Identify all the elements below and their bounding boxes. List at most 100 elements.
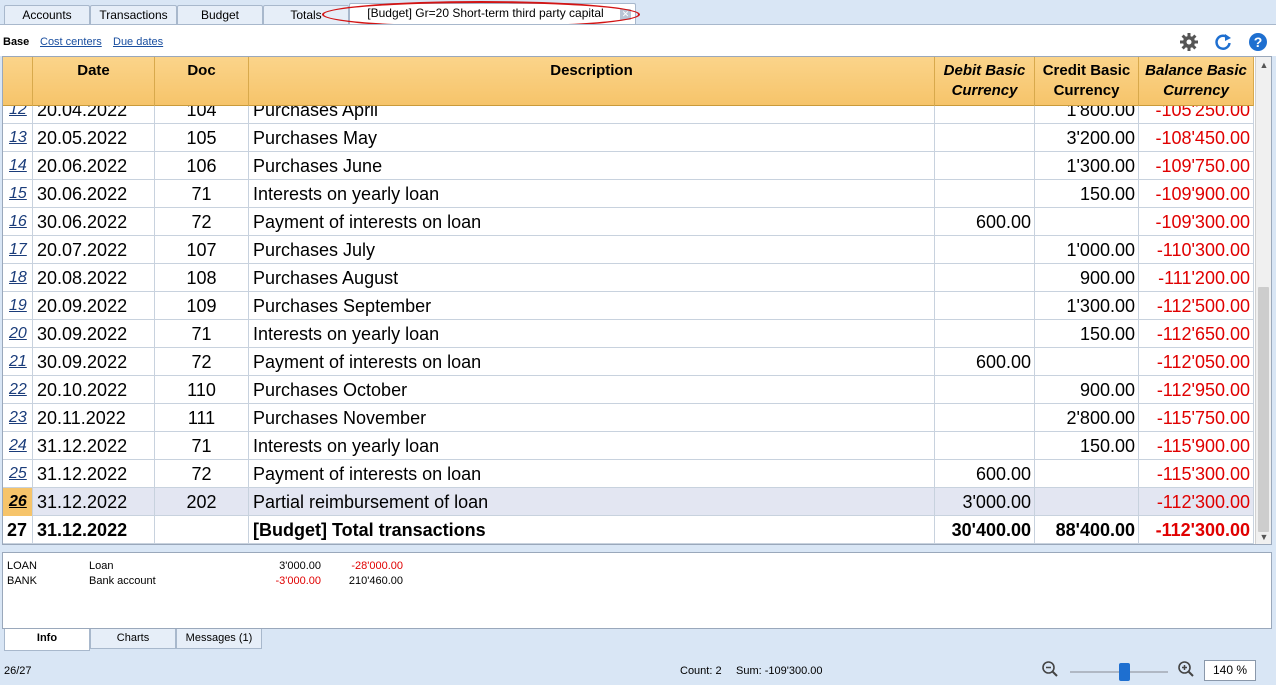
cell-doc[interactable]: 72	[155, 208, 249, 236]
scroll-up-icon[interactable]: ▲	[1259, 60, 1269, 70]
cell-balance[interactable]: -112'500.00	[1139, 292, 1254, 320]
cell-date[interactable]: 20.11.2022	[33, 404, 155, 432]
row-number[interactable]: 17	[3, 236, 33, 264]
cell-credit[interactable]: 2'800.00	[1035, 404, 1139, 432]
cell-doc[interactable]: 71	[155, 320, 249, 348]
cell-debit[interactable]	[935, 180, 1035, 208]
zoom-slider[interactable]	[1070, 663, 1168, 681]
table-row[interactable]: 17 20.07.2022 107 Purchases July 1'000.00 -11…	[3, 236, 1254, 264]
cell-credit[interactable]: 1'000.00	[1035, 236, 1139, 264]
cell-description[interactable]: Purchases May	[249, 124, 935, 152]
row-number[interactable]: 26	[3, 488, 33, 516]
cell-doc[interactable]: 72	[155, 348, 249, 376]
cell-description[interactable]: Payment of interests on loan	[249, 348, 935, 376]
cell-date[interactable]: 20.04.2022	[33, 106, 155, 124]
zoom-in-icon[interactable]	[1177, 660, 1195, 678]
row-number[interactable]: 20	[3, 320, 33, 348]
zoom-out-icon[interactable]	[1041, 660, 1059, 678]
tab-budget[interactable]: Budget	[177, 5, 263, 24]
cell-date[interactable]: 20.07.2022	[33, 236, 155, 264]
header-description[interactable]: Description	[249, 57, 935, 106]
scrollbar-thumb[interactable]	[1258, 287, 1269, 532]
cell-doc[interactable]: 110	[155, 376, 249, 404]
cell-date[interactable]: 31.12.2022	[33, 516, 155, 544]
table-row[interactable]: 20 30.09.2022 71 Interests on yearly loan 15…	[3, 320, 1254, 348]
cell-date[interactable]: 31.12.2022	[33, 460, 155, 488]
cell-description[interactable]: Purchases November	[249, 404, 935, 432]
cell-doc[interactable]: 104	[155, 106, 249, 124]
tab-transactions[interactable]: Transactions	[90, 5, 177, 24]
header-credit[interactable]: Credit Basic Currency	[1035, 57, 1139, 106]
cell-credit[interactable]	[1035, 488, 1139, 516]
table-row[interactable]: 25 31.12.2022 72 Payment of interests on lo…	[3, 460, 1254, 488]
row-number[interactable]: 25	[3, 460, 33, 488]
cell-debit[interactable]	[935, 404, 1035, 432]
cell-debit[interactable]	[935, 376, 1035, 404]
cell-description[interactable]: Purchases July	[249, 236, 935, 264]
scroll-down-icon[interactable]: ▼	[1259, 532, 1269, 542]
table-row[interactable]: 12 20.04.2022 104 Purchases April 1'800.00 -1…	[3, 106, 1254, 124]
cell-debit[interactable]	[935, 106, 1035, 124]
cell-credit[interactable]: 3'200.00	[1035, 124, 1139, 152]
cell-debit[interactable]	[935, 264, 1035, 292]
view-base[interactable]: Base	[3, 36, 29, 48]
cell-debit[interactable]: 3'000.00	[935, 488, 1035, 516]
cell-description[interactable]: Purchases October	[249, 376, 935, 404]
row-number[interactable]: 12	[3, 106, 33, 124]
cell-date[interactable]: 30.09.2022	[33, 348, 155, 376]
table-row[interactable]: 19 20.09.2022 109 Purchases September 1'300.…	[3, 292, 1254, 320]
cell-credit[interactable]: 1'300.00	[1035, 152, 1139, 180]
row-number[interactable]: 14	[3, 152, 33, 180]
cell-credit[interactable]: 88'400.00	[1035, 516, 1139, 544]
cell-debit[interactable]	[935, 432, 1035, 460]
cell-description[interactable]: Purchases June	[249, 152, 935, 180]
view-due-dates-link[interactable]: Due dates	[113, 36, 163, 48]
cell-balance[interactable]: -112'650.00	[1139, 320, 1254, 348]
cell-debit[interactable]: 30'400.00	[935, 516, 1035, 544]
cell-doc[interactable]: 71	[155, 180, 249, 208]
cell-doc[interactable]: 106	[155, 152, 249, 180]
cell-description[interactable]: Partial reimbursement of loan	[249, 488, 935, 516]
cell-debit[interactable]: 600.00	[935, 460, 1035, 488]
cell-description[interactable]: Interests on yearly loan	[249, 180, 935, 208]
view-cost-centers-link[interactable]: Cost centers	[40, 36, 102, 48]
cell-doc[interactable]: 105	[155, 124, 249, 152]
tab-charts[interactable]: Charts	[90, 629, 176, 649]
cell-balance[interactable]: -112'300.00	[1139, 488, 1254, 516]
cell-credit[interactable]: 1'300.00	[1035, 292, 1139, 320]
cell-credit[interactable]: 900.00	[1035, 264, 1139, 292]
cell-debit[interactable]	[935, 236, 1035, 264]
cell-description[interactable]: Purchases August	[249, 264, 935, 292]
header-date[interactable]: Date	[33, 57, 155, 106]
cell-balance[interactable]: -110'300.00	[1139, 236, 1254, 264]
cell-description[interactable]: Purchases April	[249, 106, 935, 124]
table-row[interactable]: 21 30.09.2022 72 Payment of interests on lo…	[3, 348, 1254, 376]
row-number[interactable]: 23	[3, 404, 33, 432]
cell-balance[interactable]: -112'300.00	[1139, 516, 1254, 544]
cell-balance[interactable]: -115'900.00	[1139, 432, 1254, 460]
help-icon[interactable]: ?	[1248, 32, 1268, 52]
cell-balance[interactable]: -112'050.00	[1139, 348, 1254, 376]
table-row[interactable]: 24 31.12.2022 71 Interests on yearly loan 15…	[3, 432, 1254, 460]
cell-debit[interactable]	[935, 292, 1035, 320]
cell-balance[interactable]: -111'200.00	[1139, 264, 1254, 292]
cell-debit[interactable]	[935, 124, 1035, 152]
table-row[interactable]: 18 20.08.2022 108 Purchases August 900.00 -11…	[3, 264, 1254, 292]
table-row[interactable]: 14 20.06.2022 106 Purchases June 1'300.00 -10…	[3, 152, 1254, 180]
cell-doc[interactable]: 111	[155, 404, 249, 432]
cell-date[interactable]: 31.12.2022	[33, 488, 155, 516]
cell-doc[interactable]: 107	[155, 236, 249, 264]
tab-messages[interactable]: Messages (1)	[176, 629, 262, 649]
tab-accounts[interactable]: Accounts	[4, 5, 90, 24]
cell-description[interactable]: Interests on yearly loan	[249, 432, 935, 460]
cell-date[interactable]: 20.10.2022	[33, 376, 155, 404]
vertical-scrollbar[interactable]: ▲ ▼	[1255, 57, 1271, 544]
table-row[interactable]: 26 31.12.2022 202 Partial reimbursement of …	[3, 488, 1254, 516]
row-number[interactable]: 18	[3, 264, 33, 292]
cell-description[interactable]: Purchases September	[249, 292, 935, 320]
table-row[interactable]: 16 30.06.2022 72 Payment of interests on lo…	[3, 208, 1254, 236]
cell-credit[interactable]: 150.00	[1035, 180, 1139, 208]
cell-description[interactable]: Payment of interests on loan	[249, 208, 935, 236]
cell-description[interactable]: Payment of interests on loan	[249, 460, 935, 488]
cell-debit[interactable]	[935, 320, 1035, 348]
